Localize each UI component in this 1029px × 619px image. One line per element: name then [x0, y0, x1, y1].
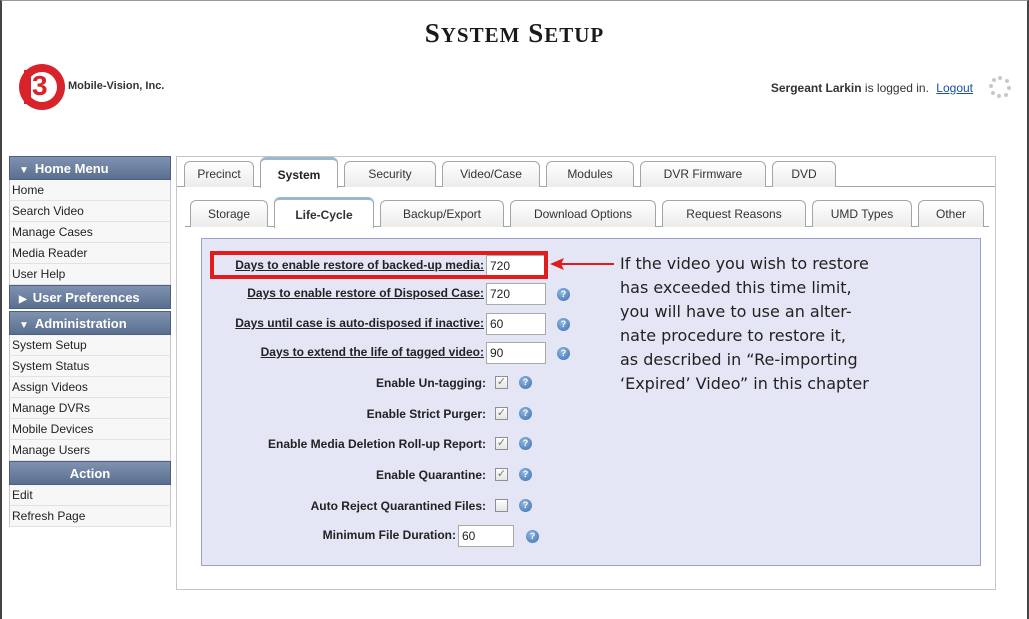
setting-row: Minimum File Duration:	[202, 525, 456, 547]
help-icon[interactable]: ?	[526, 530, 539, 543]
sidebar-item-edit[interactable]: Edit	[9, 485, 171, 506]
setting-row: Enable Media Deletion Roll-up Report:	[202, 434, 486, 456]
sidebar-item-media-reader[interactable]: Media Reader	[9, 243, 171, 264]
company-logo: 3	[19, 64, 65, 110]
help-icon[interactable]: ?	[519, 499, 532, 512]
tab-modules[interactable]: Modules	[546, 161, 634, 187]
help-icon[interactable]: ?	[557, 318, 570, 331]
auto-dispose-label: Days until case is auto-disposed if inac…	[235, 316, 484, 330]
tab-security[interactable]: Security	[344, 161, 436, 187]
loading-spinner-icon	[989, 76, 1011, 98]
annotation-line: ‘Expired’ Video” in this chapter	[620, 374, 869, 393]
sidebar-item-manage-dvrs[interactable]: Manage DVRs	[9, 398, 171, 419]
collapse-triangle-icon: ▼	[19, 165, 29, 176]
help-icon[interactable]: ?	[557, 347, 570, 360]
expand-triangle-icon: ▶	[19, 294, 27, 305]
untagging-checkbox[interactable]: ✓	[495, 376, 508, 389]
annotation-text: If the video you wish to restore has exc…	[620, 252, 960, 396]
tab-video-case[interactable]: Video/Case	[442, 161, 540, 187]
subtab-download-options[interactable]: Download Options	[510, 200, 656, 227]
subtab-backup-export[interactable]: Backup/Export	[380, 200, 504, 227]
deletion-rollup-label: Enable Media Deletion Roll-up Report:	[267, 437, 486, 451]
setting-row: Days to extend the life of tagged video:	[202, 342, 484, 364]
tab-precinct[interactable]: Precinct	[184, 161, 254, 187]
annotation-line: has exceeded this time limit,	[620, 278, 852, 297]
sidebar-item-system-setup[interactable]: System Setup	[9, 335, 171, 356]
action-header: Action	[9, 461, 171, 485]
auto-dispose-input[interactable]: 60	[486, 313, 546, 335]
sidebar-item-search-video[interactable]: Search Video	[9, 201, 171, 222]
sidebar-item-assign-videos[interactable]: Assign Videos	[9, 377, 171, 398]
auto-reject-label: Auto Reject Quarantined Files:	[310, 499, 486, 513]
subtab-storage[interactable]: Storage	[190, 200, 268, 227]
sidebar-item-refresh-page[interactable]: Refresh Page	[9, 506, 171, 527]
extend-tagged-input[interactable]: 90	[486, 342, 546, 364]
auto-reject-checkbox[interactable]	[495, 499, 508, 512]
setting-row: Auto Reject Quarantined Files:	[202, 496, 486, 518]
company-name: Mobile-Vision, Inc.	[68, 80, 165, 92]
subtabbar: Storage Life-Cycle Backup/Export Downloa…	[185, 197, 989, 228]
deletion-rollup-checkbox[interactable]: ✓	[495, 437, 508, 450]
annotation-line: nate procedure to restore it,	[620, 326, 846, 345]
help-icon[interactable]: ?	[519, 468, 532, 481]
min-duration-label: Minimum File Duration:	[322, 528, 456, 542]
help-icon[interactable]: ?	[519, 437, 532, 450]
callout-arrow-icon	[550, 258, 614, 270]
annotation-line: If the video you wish to restore	[620, 254, 869, 273]
help-icon[interactable]: ?	[519, 376, 532, 389]
highlight-box	[210, 251, 548, 279]
user-name: Sergeant Larkin	[770, 81, 862, 95]
user-preferences-header[interactable]: ▶ User Preferences	[9, 285, 171, 309]
setting-row: Enable Un-tagging:	[202, 373, 486, 395]
min-duration-input[interactable]: 60	[458, 525, 514, 547]
subtab-other[interactable]: Other	[918, 200, 984, 227]
sidebar-item-home[interactable]: Home	[9, 180, 171, 201]
strict-purger-checkbox[interactable]: ✓	[495, 407, 508, 420]
user-status: Sergeant Larkin is logged in. Logout	[770, 81, 973, 95]
restore-disposed-input[interactable]: 720	[486, 283, 546, 305]
help-icon[interactable]: ?	[519, 407, 532, 420]
main-tabbar: Precinct System Security Video/Case Modu…	[177, 157, 995, 188]
home-menu-header[interactable]: ▼ Home Menu	[9, 156, 171, 180]
tab-dvd[interactable]: DVD	[772, 161, 836, 187]
annotation-line: you will have to use an alter-	[620, 302, 852, 321]
tab-dvr-firmware[interactable]: DVR Firmware	[640, 161, 766, 187]
subtab-request-reasons[interactable]: Request Reasons	[662, 200, 806, 227]
subtab-life-cycle[interactable]: Life-Cycle	[274, 197, 374, 228]
quarantine-checkbox[interactable]: ✓	[495, 468, 508, 481]
page-title: SYSTEM SETUP	[424, 18, 605, 48]
annotation-line: as described in “Re-importing	[620, 350, 858, 369]
tab-system[interactable]: System	[260, 157, 338, 188]
restore-disposed-label: Days to enable restore of Disposed Case:	[247, 286, 484, 300]
sidebar-item-system-status[interactable]: System Status	[9, 356, 171, 377]
collapse-triangle-icon: ▼	[19, 320, 29, 331]
subtab-umd-types[interactable]: UMD Types	[812, 200, 912, 227]
quarantine-label: Enable Quarantine:	[375, 468, 486, 482]
sidebar-item-manage-cases[interactable]: Manage Cases	[9, 222, 171, 243]
sidebar-item-mobile-devices[interactable]: Mobile Devices	[9, 419, 171, 440]
untagging-label: Enable Un-tagging:	[376, 376, 486, 390]
logout-link[interactable]: Logout	[936, 81, 973, 95]
sidebar-item-manage-users[interactable]: Manage Users	[9, 440, 171, 461]
sidebar: ▼ Home Menu Home Search Video Manage Case…	[9, 156, 171, 527]
sidebar-item-user-help[interactable]: User Help	[9, 264, 171, 285]
extend-tagged-label: Days to extend the life of tagged video:	[260, 345, 484, 359]
help-icon[interactable]: ?	[557, 288, 570, 301]
setting-row: Days until case is auto-disposed if inac…	[202, 313, 484, 335]
setting-row: Days to enable restore of Disposed Case:	[202, 283, 484, 305]
strict-purger-label: Enable Strict Purger:	[366, 407, 486, 421]
setting-row: Enable Quarantine:	[202, 465, 486, 487]
setting-row: Enable Strict Purger:	[202, 404, 486, 426]
administration-header[interactable]: ▼ Administration	[9, 311, 171, 335]
